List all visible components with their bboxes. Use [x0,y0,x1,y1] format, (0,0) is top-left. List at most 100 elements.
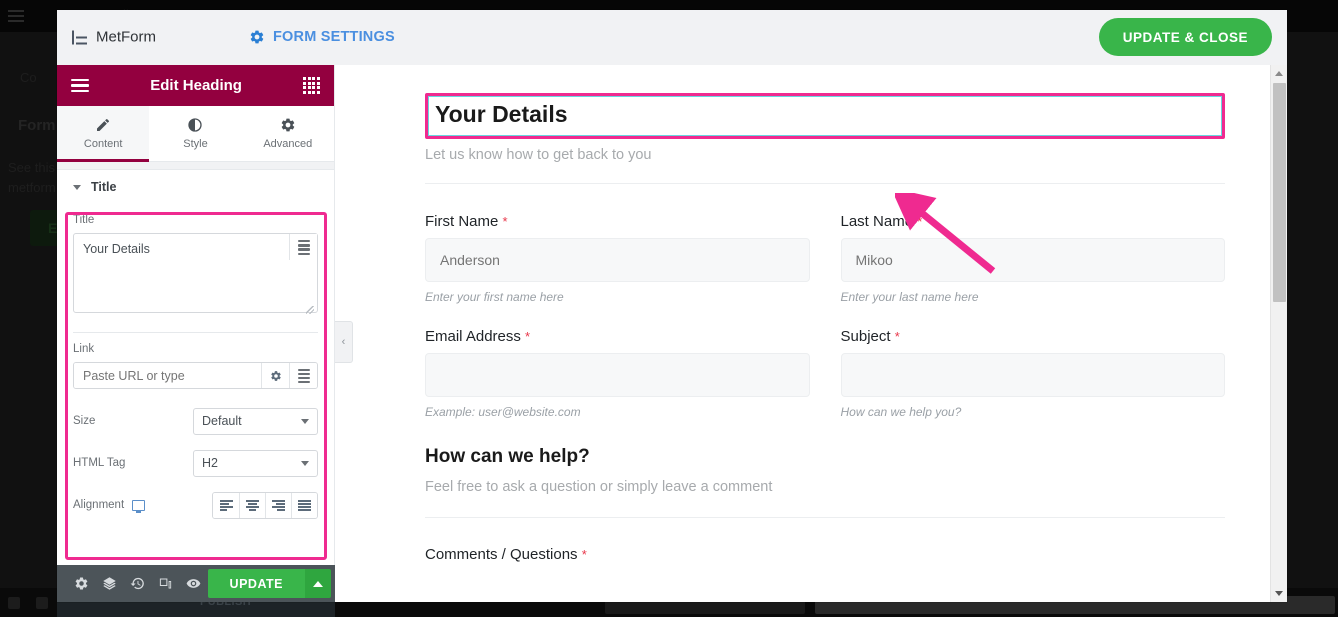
tab-advanced[interactable]: Advanced [242,106,334,161]
tab-content-label: Content [83,138,123,150]
field-label-text: Comments / Questions [425,545,578,563]
html-tag-control-label: HTML Tag [73,457,126,469]
update-and-close-button[interactable]: UPDATE & CLOSE [1098,18,1272,56]
align-justify-button[interactable] [291,492,317,518]
link-control-label: Link [73,343,95,355]
align-center-button[interactable] [239,492,265,518]
backdrop-text-1: Co [20,70,37,85]
database-stack-icon[interactable] [289,363,317,388]
scroll-down-arrow-icon[interactable] [1275,591,1283,596]
size-select-wrap: DefaultSmallMediumLargeXLXXL [193,407,318,435]
html-tag-select-wrap: H1H2H3H4H5H6divspanp [193,449,318,477]
field-comments-questions: Comments / Questions * [425,546,1225,563]
panel-header: Edit Heading [57,65,334,106]
panel-subbar [57,162,334,170]
navigator-layers-icon[interactable] [95,565,123,602]
field-label: Last Name * [841,213,1226,230]
heading-subtitle: Let us know how to get back to you [425,146,652,163]
required-marker: * [581,546,587,562]
contrast-circle-icon [188,118,203,132]
field-label: Subject * [841,328,1226,345]
required-marker: * [894,328,900,344]
html-tag-control-row: HTML Tag H1H2H3H4H5H6divspanp [57,445,334,481]
field-subject: Subject * How can we help you? [840,328,1226,419]
taskbar-icon-2 [36,597,48,609]
desktop-monitor-icon[interactable] [132,499,146,513]
list-lines-icon [72,30,87,44]
title-textarea[interactable] [73,233,318,313]
preview-eye-icon[interactable] [179,565,207,602]
field-label-text: Email Address [425,327,521,345]
preview-scrollbar[interactable] [1270,65,1287,602]
field-label: First Name * [425,213,810,230]
tab-style[interactable]: Style [149,106,241,161]
align-right-button[interactable] [265,492,291,518]
field-email-address: Email Address * Example: user@website.co… [425,328,810,419]
update-button[interactable]: UPDATE [207,569,306,598]
subject-input[interactable] [840,352,1225,397]
alignment-control-row: Alignment [57,487,334,523]
scroll-up-arrow-icon[interactable] [1275,71,1283,76]
section-title-label: Title [91,180,117,194]
gear-icon[interactable] [261,363,289,388]
form-row-2: Email Address * Example: user@website.co… [425,328,1225,419]
tab-advanced-label: Advanced [263,138,313,150]
form-preview-content: Your Details Let us know how to get back… [335,65,1269,563]
selected-heading-widget[interactable]: Your Details [425,93,1225,139]
first-name-input[interactable] [425,237,810,282]
database-stack-icon[interactable] [289,234,317,260]
size-control-label: Size [73,415,96,427]
section-subtitle: Feel free to ask a question or simply le… [425,478,773,495]
field-label-text: First Name [425,212,499,230]
tab-content[interactable]: Content [57,106,150,162]
resize-handle[interactable] [306,306,314,314]
field-help-text: Example: user@website.com [425,404,581,419]
update-options-button[interactable] [305,569,332,598]
email-input[interactable] [425,352,810,397]
modal-topbar: MetForm FORM SETTINGS UPDATE & CLOSE [57,10,1287,65]
field-help-text: Enter your first name here [425,289,564,304]
field-first-name: First Name * Enter your first name here [425,213,810,304]
field-help-text: Enter your last name here [840,289,979,304]
section-title-toggle[interactable]: Title [57,170,334,204]
form-settings-label: FORM SETTINGS [273,29,395,45]
widgets-grid-icon[interactable] [303,77,320,94]
panel-title: Edit Heading [150,77,242,94]
align-left-button[interactable] [213,492,239,518]
field-label-text: Last Name [840,212,914,230]
chevron-left-icon: ‹ [341,336,346,348]
pencil-icon [97,118,110,131]
required-marker: * [917,213,923,229]
form-row-1: First Name * Enter your first name here … [425,213,1225,304]
title-textarea-wrap [73,233,318,318]
size-select[interactable]: DefaultSmallMediumLargeXLXXL [193,407,318,435]
section-title: How can we help? [425,445,590,467]
link-input[interactable] [74,363,261,388]
section-how-can-we-help: How can we help? Feel free to ask a ques… [425,446,1225,518]
scrollbar-thumb[interactable] [1273,83,1286,302]
last-name-input[interactable] [840,237,1225,282]
settings-gear-icon[interactable] [67,565,95,602]
responsive-preview-icon[interactable] [151,565,179,602]
taskbar-icon-1 [8,597,20,609]
history-clock-icon[interactable] [123,565,151,602]
required-marker: * [502,213,508,229]
backdrop-text-4: metform [8,180,56,195]
form-settings-button[interactable]: FORM SETTINGS [249,29,395,45]
link-control: Link [57,333,334,389]
hamburger-icon[interactable] [71,78,89,93]
chevron-up-icon [313,580,324,587]
divider [425,182,1225,184]
title-control: Title [57,204,334,318]
update-button-group: UPDATE [207,569,332,598]
backdrop-text-2: Form [18,117,56,134]
size-control-row: Size DefaultSmallMediumLargeXLXXL [57,403,334,439]
tab-style-label: Style [183,138,208,150]
field-last-name: Last Name * Enter your last name here [840,213,1226,304]
field-label: Email Address * [425,328,810,345]
html-tag-select[interactable]: H1H2H3H4H5H6divspanp [193,449,318,477]
gear-icon [250,30,264,44]
panel-tabs: Content Style Advanced [57,106,334,162]
form-preview-area: Your Details Let us know how to get back… [335,65,1287,602]
panel-collapse-handle[interactable]: ‹ [335,321,353,363]
